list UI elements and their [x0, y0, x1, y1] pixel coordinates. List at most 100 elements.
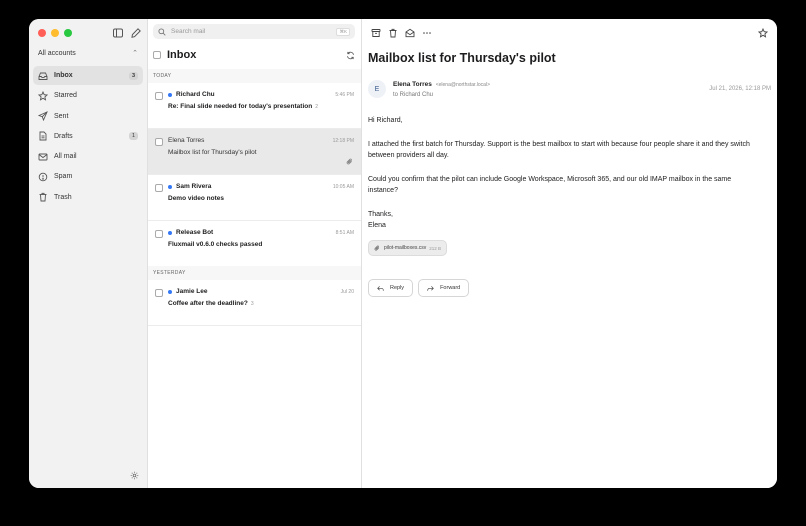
more-options-icon[interactable]	[422, 28, 432, 38]
sidebar-item-label: Trash	[54, 193, 72, 201]
reply-label: Reply	[390, 285, 405, 291]
message-row-selected[interactable]: Elena Torres 12:18 PM Mailbox list for T…	[148, 129, 361, 175]
body-closing: Thanks,	[368, 210, 393, 218]
group-header-yesterday: Yesterday	[148, 266, 361, 280]
row-checkbox[interactable]	[155, 289, 163, 297]
window-controls	[38, 29, 72, 37]
select-all-checkbox[interactable]	[153, 51, 161, 59]
body-signature: Elena	[368, 222, 386, 229]
close-window-button[interactable]	[38, 29, 46, 37]
unread-dot	[168, 230, 172, 235]
sender-name: Jamie Lee	[176, 288, 208, 295]
trash-icon	[38, 192, 48, 202]
sender-name: Richard Chu	[176, 91, 215, 98]
subject-text: Re: Final slide needed for today's prese…	[168, 103, 313, 110]
list-header: Inbox	[153, 47, 355, 63]
row-checkbox[interactable]	[155, 92, 163, 100]
message-date: Jul 21, 2026, 12:18 PM	[709, 86, 771, 92]
thread-count: 3	[250, 301, 254, 307]
sender-name: Release Bot	[176, 229, 214, 236]
sidebar-item-label: Spam	[54, 173, 73, 181]
account-selector[interactable]: All accounts ⌃	[33, 46, 143, 60]
sidebar-item-all-mail[interactable]: All mail	[33, 147, 143, 166]
mail-icon	[38, 152, 48, 162]
gear-icon[interactable]	[130, 471, 139, 480]
sidebar-item-trash[interactable]: Trash	[33, 188, 143, 207]
account-label: All accounts	[38, 49, 76, 57]
group-header-today: Today	[148, 69, 361, 83]
avatar: E	[368, 80, 386, 98]
sidebar-item-label: Starred	[54, 92, 77, 100]
sender-email: <elena@northstar.local>	[435, 82, 490, 88]
sidebar-item-sent[interactable]: Sent	[33, 107, 143, 126]
forward-icon	[427, 285, 434, 291]
thread-count: 2	[315, 104, 318, 110]
sidebar-item-spam[interactable]: Spam	[33, 167, 143, 186]
message-row[interactable]: Jamie Lee Jul 20 Coffee after the deadli…	[148, 280, 361, 326]
compose-icon[interactable]	[130, 27, 142, 39]
message-row[interactable]: Sam Rivera 10:05 AM Demo video notes	[148, 175, 361, 221]
body-paragraph: I attached the first batch for Thursday.…	[368, 140, 750, 160]
mark-read-icon[interactable]	[405, 28, 415, 38]
search-box: ⌘K	[153, 24, 355, 39]
sidebar-item-starred[interactable]: Starred	[33, 86, 143, 105]
archive-icon[interactable]	[371, 28, 381, 38]
sender-name: Elena Torres	[168, 137, 205, 144]
attachment-chip[interactable]: pilot-mailboxes.csv 212 B	[368, 240, 448, 256]
search-shortcut-hint: ⌘K	[336, 27, 350, 36]
message-row[interactable]: Richard Chu 5:46 PM Re: Final slide need…	[148, 83, 361, 129]
subject-text: Mailbox list for Thursday's pilot	[168, 149, 257, 156]
minimize-window-button[interactable]	[51, 29, 59, 37]
sidebar-item-drafts[interactable]: Drafts 1	[33, 127, 143, 146]
sidebar-toggle-icon[interactable]	[112, 27, 124, 39]
forward-button[interactable]: Forward	[418, 279, 470, 297]
attachment-name: pilot-mailboxes.csv	[384, 245, 427, 251]
row-time: 10:05 AM	[332, 184, 354, 190]
row-sender: Release Bot	[168, 229, 213, 236]
forward-label: Forward	[440, 285, 461, 291]
row-time: Jul 20	[340, 289, 354, 295]
search-input[interactable]	[171, 28, 337, 35]
body-paragraph: Could you confirm that the pilot can inc…	[368, 175, 732, 195]
row-time: 8:51 AM	[335, 230, 354, 236]
sidebar-item-inbox[interactable]: Inbox 3	[33, 66, 143, 85]
unread-dot	[168, 92, 172, 97]
sidebar: All accounts ⌃ Inbox 3 Starred Sent Draf…	[29, 19, 148, 488]
refresh-icon[interactable]	[346, 51, 355, 60]
reply-button[interactable]: Reply	[368, 279, 414, 297]
trash-icon[interactable]	[388, 28, 398, 38]
sidebar-item-label: All mail	[54, 153, 77, 161]
body-greeting: Hi Richard,	[368, 117, 403, 124]
star-icon	[38, 90, 48, 101]
recipient-line: to Richard Chu	[393, 92, 434, 98]
subject-text: Demo video notes	[168, 195, 224, 202]
row-checkbox[interactable]	[155, 138, 163, 146]
unread-count-badge: 3	[128, 71, 138, 80]
subject-text: Coffee after the deadline?	[168, 300, 248, 307]
row-checkbox[interactable]	[155, 230, 163, 238]
row-time: 12:18 PM	[332, 138, 354, 144]
sender-line: Elena Torres <elena@northstar.local>	[393, 81, 490, 88]
reply-actions: Reply Forward	[368, 279, 470, 297]
row-sender: Richard Chu	[168, 91, 215, 98]
inbox-icon	[38, 71, 48, 81]
row-sender: Jamie Lee	[168, 288, 207, 295]
row-sender: Elena Torres	[168, 137, 204, 144]
zoom-window-button[interactable]	[64, 29, 72, 37]
star-icon[interactable]	[758, 28, 768, 38]
row-checkbox[interactable]	[155, 184, 163, 192]
message-row[interactable]: Release Bot 8:51 AM Fluxmail v0.6.0 chec…	[148, 221, 361, 267]
search-icon	[158, 27, 166, 36]
attachment-size: 212 B	[429, 245, 442, 251]
row-subject: Mailbox list for Thursday's pilot	[168, 149, 257, 156]
message-toolbar	[371, 27, 768, 39]
subject-text: Fluxmail v0.6.0 checks passed	[168, 241, 263, 248]
row-time: 5:46 PM	[335, 92, 354, 98]
draft-icon	[38, 131, 48, 141]
sender-name: Elena Torres	[393, 81, 432, 88]
row-subject: Fluxmail v0.6.0 checks passed	[168, 241, 262, 248]
chevron-updown-icon: ⌃	[132, 50, 138, 57]
paperclip-icon	[374, 245, 380, 251]
send-icon	[38, 111, 48, 122]
reading-pane: Mailbox list for Thursday's pilot E Elen…	[362, 19, 777, 488]
